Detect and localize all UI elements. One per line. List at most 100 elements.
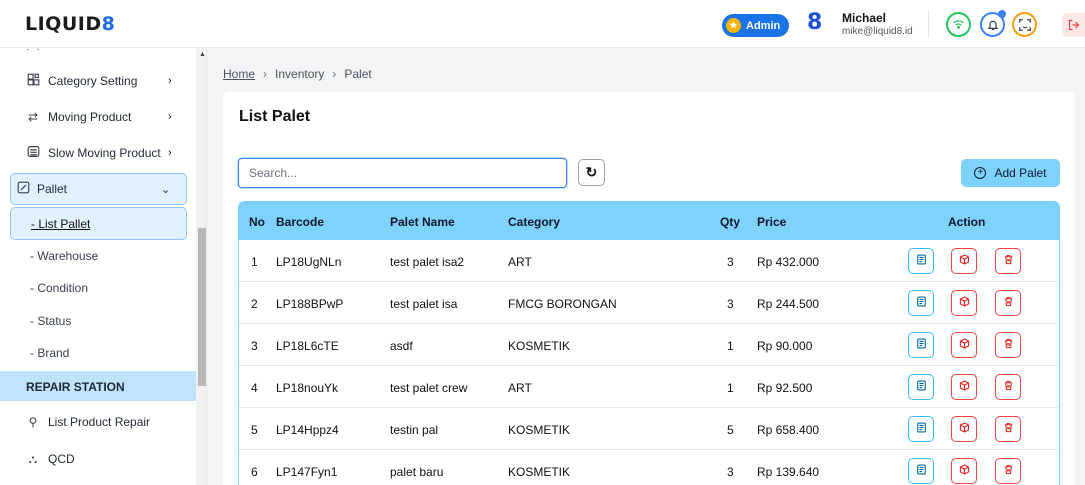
cell-barcode: LP14Hppz4: [276, 423, 339, 437]
sidebar-subitem-brand[interactable]: - Brand: [30, 346, 69, 360]
cell-palet-name: palet baru: [390, 465, 444, 479]
scroll-up-icon[interactable]: ▲: [199, 51, 206, 58]
breadcrumb-palet: Palet: [344, 67, 372, 81]
add-palet-label: Add Palet: [994, 166, 1047, 180]
bundle-button[interactable]: [951, 416, 977, 442]
column-header-qty: Qty: [720, 215, 741, 229]
trash-icon: [1003, 380, 1014, 394]
bundle-button[interactable]: [951, 374, 977, 400]
sidebar-subitem-warehouse[interactable]: - Warehouse: [30, 249, 98, 263]
palet-table: No Barcode Palet Name Category Qty Price…: [238, 201, 1060, 485]
notification-dot: [998, 10, 1006, 18]
view-detail-button[interactable]: [908, 332, 934, 358]
table-row: 3 LP18L6cTE asdf KOSMETIK 1 Rp 90.000: [239, 324, 1059, 366]
sidebar-item-list-product-repair[interactable]: ⚲ List Product Repair: [0, 406, 196, 438]
bundle-button[interactable]: [951, 458, 977, 484]
package-icon: [959, 422, 970, 436]
sidebar-subitem-list-pallet[interactable]: - List Pallet: [10, 207, 187, 240]
table-header: No Barcode Palet Name Category Qty Price…: [239, 202, 1059, 240]
top-bar: LIQUID8 ★ Admin 8 Michael mike@liquid8.i…: [0, 0, 1085, 48]
document-icon: [916, 254, 927, 268]
add-palet-button[interactable]: + Add Palet: [961, 159, 1060, 187]
package-icon: [959, 296, 970, 310]
package-icon: [959, 338, 970, 352]
category-grid-icon: [26, 73, 40, 89]
sidebar-item-label: Category Setting: [48, 74, 138, 88]
view-detail-button[interactable]: [908, 248, 934, 274]
cell-category: KOSMETIK: [508, 339, 571, 353]
cell-barcode: LP18nouYk: [276, 381, 339, 395]
wifi-icon[interactable]: [946, 12, 971, 37]
trash-icon: [1003, 338, 1014, 352]
list-palet-card: List Palet ↻ + Add Palet No Barcode Pale…: [223, 92, 1075, 485]
sidebar-subitem-condition[interactable]: - Condition: [30, 281, 88, 295]
sidebar-item-moving-product[interactable]: ⇄ Moving Product ›: [0, 101, 196, 133]
qcd-icon: ⛬: [28, 451, 38, 466]
document-icon: [916, 338, 927, 352]
cell-price: Rp 432.000: [757, 255, 820, 269]
sidebar-scrollbar-thumb[interactable]: [198, 228, 206, 386]
chevron-right-icon: ›: [168, 75, 172, 87]
view-detail-button[interactable]: [908, 416, 934, 442]
column-header-category: Category: [508, 215, 561, 229]
breadcrumb-separator: ›: [332, 67, 337, 81]
delete-button[interactable]: [995, 458, 1021, 484]
bundle-button[interactable]: [951, 248, 977, 274]
table-row: 2 LP188BPwP test palet isa FMCG BORONGAN 3 Rp…: [239, 282, 1059, 324]
role-badge-label: Admin: [746, 19, 781, 32]
crown-icon: ★: [726, 18, 741, 33]
bundle-button[interactable]: [951, 332, 977, 358]
sidebar-item-category-setting[interactable]: Category Setting ›: [0, 65, 196, 97]
chevron-right-icon: ›: [168, 147, 172, 159]
sidebar-item-qcd[interactable]: ⛬ QCD: [0, 443, 196, 475]
bundle-button[interactable]: [951, 290, 977, 316]
sidebar-item-slow-moving-product[interactable]: Slow Moving Product ›: [0, 137, 196, 169]
cell-qty: 3: [727, 465, 734, 479]
cell-no: 5: [251, 423, 258, 437]
document-icon: [916, 296, 927, 310]
sidebar-item-pallet[interactable]: Pallet ⌄: [10, 173, 187, 205]
delete-button[interactable]: [995, 248, 1021, 274]
delete-button[interactable]: [995, 416, 1021, 442]
cell-qty: 3: [727, 255, 734, 269]
cell-category: ART: [508, 255, 532, 269]
breadcrumb-inventory[interactable]: Inventory: [275, 67, 324, 81]
scan-face-icon[interactable]: [1012, 12, 1037, 37]
cell-qty: 5: [727, 423, 734, 437]
cell-palet-name: test palet isa2: [390, 255, 465, 269]
sidebar-subitem-label: - List Pallet: [31, 217, 91, 231]
user-avatar[interactable]: 8: [807, 10, 822, 35]
view-detail-button[interactable]: [908, 458, 934, 484]
cell-qty: 1: [727, 339, 734, 353]
cell-barcode: LP18UgNLn: [276, 255, 342, 269]
cell-palet-name: testin pal: [390, 423, 439, 437]
delete-button[interactable]: [995, 332, 1021, 358]
package-icon: [959, 464, 970, 478]
user-name: Michael: [842, 11, 887, 25]
package-icon: [959, 380, 970, 394]
delete-button[interactable]: [995, 290, 1021, 316]
cell-no: 6: [251, 465, 258, 479]
sidebar-section-repair-station: REPAIR STATION: [0, 371, 196, 401]
column-header-action: Action: [948, 215, 986, 229]
breadcrumb-home[interactable]: Home: [223, 67, 255, 81]
view-detail-button[interactable]: [908, 290, 934, 316]
app-logo[interactable]: LIQUID8: [25, 13, 115, 35]
moving-arrows-icon: ⇄: [27, 110, 39, 124]
role-badge: ★ Admin: [722, 14, 790, 37]
view-detail-button[interactable]: [908, 374, 934, 400]
delete-button[interactable]: [995, 374, 1021, 400]
column-header-no: No: [249, 215, 265, 229]
trash-icon: [1003, 464, 1014, 478]
cell-no: 2: [251, 297, 258, 311]
cell-category: ART: [508, 381, 532, 395]
sidebar-subitem-status[interactable]: - Status: [30, 314, 71, 328]
sidebar-overflow-indicator: · ·: [26, 48, 42, 55]
refresh-button[interactable]: ↻: [578, 159, 605, 186]
search-input[interactable]: [238, 158, 567, 188]
table-row: 1 LP18UgNLn test palet isa2 ART 3 Rp 432.000: [239, 240, 1059, 282]
logout-icon[interactable]: [1062, 13, 1085, 37]
pallet-icon: [16, 181, 30, 197]
chevron-right-icon: ›: [168, 111, 172, 123]
column-header-price: Price: [757, 215, 787, 229]
